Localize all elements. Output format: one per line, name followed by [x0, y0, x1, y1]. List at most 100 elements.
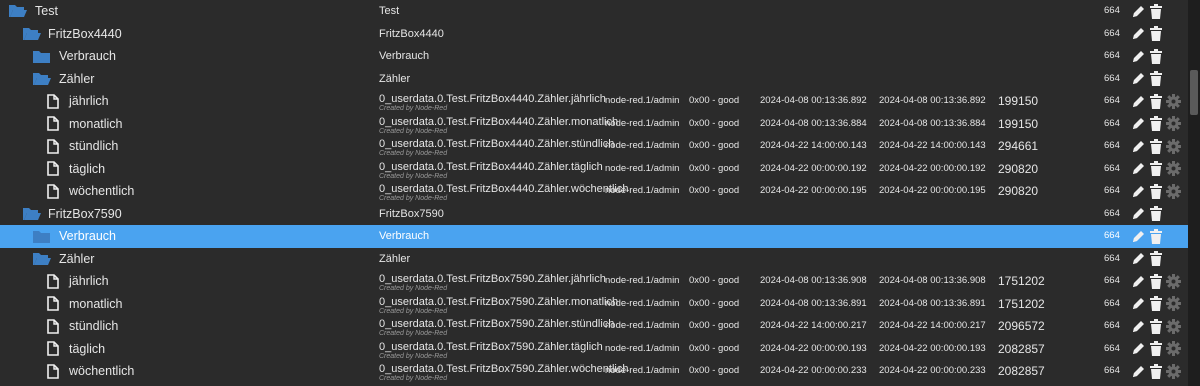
value-cell[interactable]: 1751202 — [998, 293, 1045, 316]
state-row[interactable]: monatlich 0_userdata.0.Test.FritzBox4440.… — [0, 113, 1188, 136]
settings-gear-button[interactable] — [1166, 180, 1181, 203]
edit-button[interactable] — [1131, 293, 1146, 316]
file-icon[interactable] — [47, 293, 59, 316]
delete-button[interactable] — [1150, 248, 1162, 271]
folder-row[interactable]: Zähler Zähler 664 — [0, 68, 1188, 91]
timestamp-cell: 2024-04-22 00:00:00.192 — [760, 162, 867, 174]
state-row[interactable]: täglich 0_userdata.0.Test.FritzBox4440.Zä… — [0, 158, 1188, 181]
value-cell[interactable]: 294661 — [998, 135, 1038, 158]
scrollbar-thumb[interactable] — [1190, 70, 1198, 115]
settings-gear-button[interactable] — [1166, 360, 1181, 383]
file-icon[interactable] — [47, 338, 59, 361]
last-change-cell: 2024-04-22 00:00:00.195 — [879, 185, 986, 196]
settings-gear-button[interactable] — [1166, 270, 1181, 293]
folder-row[interactable]: FritzBox7590 FritzBox7590 664 — [0, 203, 1188, 226]
delete-button[interactable] — [1150, 203, 1162, 226]
value-cell[interactable]: 2082857 — [998, 338, 1045, 361]
file-icon[interactable] — [47, 360, 59, 383]
folder-row[interactable]: Test Test 664 — [0, 0, 1188, 23]
settings-gear-button[interactable] — [1166, 338, 1181, 361]
delete-button[interactable] — [1150, 270, 1162, 293]
object-name: Zähler — [59, 251, 95, 266]
folder-open-icon[interactable] — [9, 0, 27, 23]
edit-button[interactable] — [1131, 180, 1146, 203]
settings-gear-button[interactable] — [1166, 158, 1181, 181]
folder-open-icon[interactable] — [23, 203, 41, 226]
file-icon[interactable] — [47, 135, 59, 158]
value-cell[interactable]: 1751202 — [998, 270, 1045, 293]
value-cell[interactable]: 290820 — [998, 180, 1038, 203]
file-icon[interactable] — [47, 113, 59, 136]
folder-icon[interactable] — [33, 225, 50, 248]
settings-gear-button[interactable] — [1166, 315, 1181, 338]
edit-button[interactable] — [1131, 315, 1146, 338]
vertical-scrollbar[interactable] — [1188, 0, 1200, 386]
delete-button[interactable] — [1150, 113, 1162, 136]
object-id: 0_userdata.0.Test.FritzBox4440.Zähler.mo… — [379, 115, 619, 128]
delete-button[interactable] — [1150, 225, 1162, 248]
edit-button[interactable] — [1131, 45, 1146, 68]
value-cell[interactable]: 199150 — [998, 113, 1038, 136]
quality-cell: 0x00 - good — [689, 140, 740, 151]
state-row[interactable]: wöchentlich 0_userdata.0.Test.FritzBox444… — [0, 180, 1188, 203]
quality-cell: 0x00 - good — [689, 342, 740, 354]
acl-cell: 664 — [1104, 117, 1120, 129]
edit-button[interactable] — [1131, 90, 1146, 113]
from-cell: node-red.1/admin — [605, 140, 680, 151]
delete-button[interactable] — [1150, 180, 1162, 203]
folder-open-icon[interactable] — [33, 68, 51, 91]
object-description: FritzBox4440 — [379, 27, 444, 40]
folder-row[interactable]: Zähler Zähler 664 — [0, 248, 1188, 271]
state-row[interactable]: wöchentlich 0_userdata.0.Test.FritzBox759… — [0, 360, 1188, 383]
state-row[interactable]: stündlich 0_userdata.0.Test.FritzBox4440.… — [0, 135, 1188, 158]
folder-row[interactable]: Verbrauch Verbrauch 664 — [0, 225, 1188, 248]
edit-button[interactable] — [1131, 225, 1146, 248]
edit-button[interactable] — [1131, 113, 1146, 136]
folder-open-icon[interactable] — [23, 23, 41, 46]
file-icon[interactable] — [47, 180, 59, 203]
edit-button[interactable] — [1131, 203, 1146, 226]
folder-row[interactable]: Verbrauch Verbrauch 664 — [0, 45, 1188, 68]
delete-button[interactable] — [1150, 23, 1162, 46]
value-cell[interactable]: 199150 — [998, 90, 1038, 113]
settings-gear-button[interactable] — [1166, 293, 1181, 316]
delete-button[interactable] — [1150, 90, 1162, 113]
delete-button[interactable] — [1150, 315, 1162, 338]
settings-gear-button[interactable] — [1166, 90, 1181, 113]
delete-button[interactable] — [1150, 135, 1162, 158]
delete-button[interactable] — [1150, 293, 1162, 316]
edit-button[interactable] — [1131, 0, 1146, 23]
delete-button[interactable] — [1150, 360, 1162, 383]
value-cell[interactable]: 2082857 — [998, 360, 1045, 383]
state-row[interactable]: jährlich 0_userdata.0.Test.FritzBox7590.Z… — [0, 270, 1188, 293]
delete-button[interactable] — [1150, 0, 1162, 23]
delete-button[interactable] — [1150, 45, 1162, 68]
file-icon[interactable] — [47, 315, 59, 338]
state-row[interactable]: jährlich 0_userdata.0.Test.FritzBox4440.Z… — [0, 90, 1188, 113]
settings-gear-button[interactable] — [1166, 113, 1181, 136]
file-icon[interactable] — [47, 90, 59, 113]
state-row[interactable]: stündlich 0_userdata.0.Test.FritzBox7590.… — [0, 315, 1188, 338]
edit-button[interactable] — [1131, 338, 1146, 361]
file-icon[interactable] — [47, 158, 59, 181]
edit-button[interactable] — [1131, 270, 1146, 293]
edit-button[interactable] — [1131, 68, 1146, 91]
delete-button[interactable] — [1150, 68, 1162, 91]
settings-gear-button[interactable] — [1166, 135, 1181, 158]
edit-button[interactable] — [1131, 158, 1146, 181]
folder-row[interactable]: FritzBox4440 FritzBox4440 664 — [0, 23, 1188, 46]
from-cell: node-red.1/admin — [605, 95, 680, 106]
file-icon[interactable] — [47, 270, 59, 293]
folder-icon[interactable] — [33, 45, 50, 68]
edit-button[interactable] — [1131, 23, 1146, 46]
state-row[interactable]: monatlich 0_userdata.0.Test.FritzBox7590.… — [0, 293, 1188, 316]
delete-button[interactable] — [1150, 158, 1162, 181]
value-cell[interactable]: 2096572 — [998, 315, 1045, 338]
folder-open-icon[interactable] — [33, 248, 51, 271]
delete-button[interactable] — [1150, 338, 1162, 361]
edit-button[interactable] — [1131, 360, 1146, 383]
edit-button[interactable] — [1131, 135, 1146, 158]
state-row[interactable]: täglich 0_userdata.0.Test.FritzBox7590.Zä… — [0, 338, 1188, 361]
edit-button[interactable] — [1131, 248, 1146, 271]
value-cell[interactable]: 290820 — [998, 158, 1038, 181]
